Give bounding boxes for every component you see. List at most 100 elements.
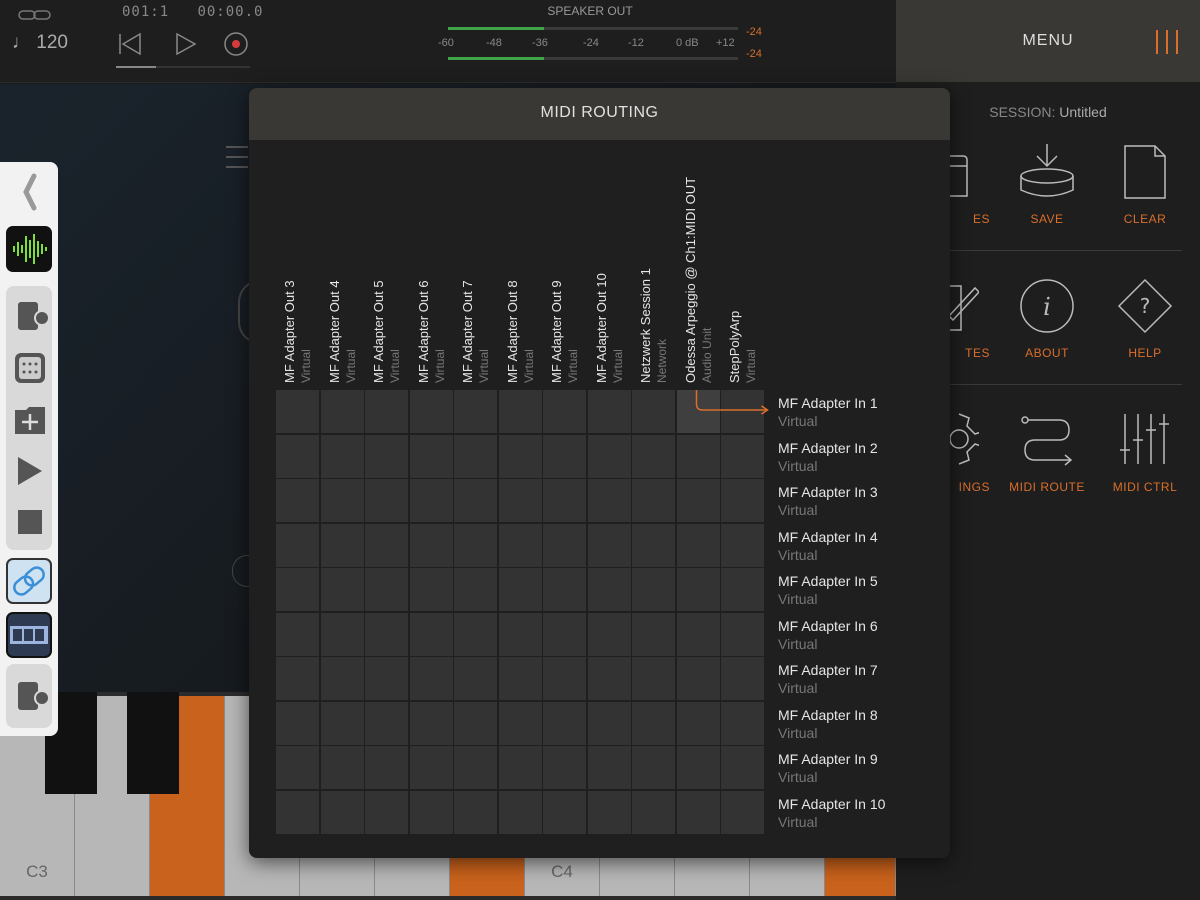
play-icon[interactable] — [172, 30, 200, 58]
routing-cell[interactable] — [587, 479, 631, 522]
exit-app-icon[interactable] — [14, 296, 50, 336]
routing-cell[interactable] — [721, 434, 764, 478]
exit-app-icon-2[interactable] — [14, 676, 50, 716]
routing-cell[interactable] — [543, 701, 586, 745]
routing-cell[interactable] — [543, 657, 586, 700]
routing-cell-connected[interactable] — [676, 390, 720, 433]
routing-cell[interactable] — [276, 657, 319, 700]
tempo-display[interactable]: ♩ 120 — [12, 32, 68, 54]
routing-cell[interactable] — [454, 790, 497, 834]
routing-cell[interactable] — [543, 568, 586, 611]
routing-cell[interactable] — [276, 790, 319, 834]
routing-cell[interactable] — [365, 657, 408, 700]
routing-cell[interactable] — [320, 701, 364, 745]
routing-cell[interactable] — [454, 568, 497, 611]
menu-item-help[interactable]: ? HELP — [1096, 276, 1194, 386]
routing-cell[interactable] — [587, 523, 631, 567]
routing-cell[interactable] — [543, 612, 586, 656]
routing-cell[interactable] — [632, 479, 675, 522]
routing-cell[interactable] — [276, 568, 319, 611]
routing-cell[interactable] — [676, 568, 720, 611]
routing-cell[interactable] — [721, 657, 764, 700]
menu-item-clear[interactable]: CLEAR — [1096, 142, 1194, 252]
routing-cell[interactable] — [543, 523, 586, 567]
routing-cell[interactable] — [320, 790, 364, 834]
routing-cell[interactable] — [498, 568, 542, 611]
piano-black-key[interactable] — [127, 692, 179, 794]
routing-cell[interactable] — [409, 790, 453, 834]
routing-cell[interactable] — [276, 612, 319, 656]
routing-cell[interactable] — [676, 790, 720, 834]
routing-cell[interactable] — [721, 746, 764, 789]
routing-cell[interactable] — [676, 657, 720, 700]
routing-cell[interactable] — [454, 479, 497, 522]
routing-cell[interactable] — [498, 612, 542, 656]
routing-cell[interactable] — [409, 746, 453, 789]
routing-cell[interactable] — [365, 434, 408, 478]
routing-cell[interactable] — [454, 701, 497, 745]
routing-cell[interactable] — [409, 612, 453, 656]
song-progress[interactable] — [116, 66, 250, 68]
dock-collapse-icon[interactable] — [18, 172, 40, 212]
routing-cell[interactable] — [721, 523, 764, 567]
routing-cell[interactable] — [454, 390, 497, 433]
routing-cell[interactable] — [632, 612, 675, 656]
routing-cell[interactable] — [498, 390, 542, 433]
routing-cell[interactable] — [365, 790, 408, 834]
pads-icon[interactable] — [12, 350, 48, 386]
routing-cell[interactable] — [365, 746, 408, 789]
routing-cell[interactable] — [498, 523, 542, 567]
routing-cell[interactable] — [454, 434, 497, 478]
routing-cell[interactable] — [276, 523, 319, 567]
routing-cell[interactable] — [632, 523, 675, 567]
routing-cell[interactable] — [632, 746, 675, 789]
sequencer-app-icon[interactable] — [6, 612, 52, 658]
routing-cell[interactable] — [587, 390, 631, 433]
menu-item-about[interactable]: i ABOUT — [998, 276, 1096, 386]
routing-cell[interactable] — [676, 479, 720, 522]
menu-item-midi-route[interactable]: MIDI ROUTE — [998, 410, 1096, 520]
routing-cell[interactable] — [721, 790, 764, 834]
routing-cell[interactable] — [409, 390, 453, 433]
routing-cell[interactable] — [320, 746, 364, 789]
panel-menu-icon[interactable] — [226, 143, 248, 171]
rewind-icon[interactable] — [116, 30, 144, 58]
routing-cell[interactable] — [454, 523, 497, 567]
audio-app-icon[interactable] — [6, 226, 52, 272]
routing-cell[interactable] — [276, 434, 319, 478]
routing-cell[interactable] — [320, 479, 364, 522]
routing-cell[interactable] — [676, 434, 720, 478]
routing-cell[interactable] — [409, 434, 453, 478]
routing-cell[interactable] — [721, 390, 764, 433]
routing-cell[interactable] — [409, 701, 453, 745]
routing-cell[interactable] — [543, 790, 586, 834]
link-app-button[interactable] — [6, 558, 52, 604]
routing-cell[interactable] — [676, 746, 720, 789]
menu-toggle-icon[interactable] — [1154, 28, 1180, 56]
routing-cell[interactable] — [587, 701, 631, 745]
routing-cell[interactable] — [320, 657, 364, 700]
routing-cell[interactable] — [498, 434, 542, 478]
routing-cell[interactable] — [365, 390, 408, 433]
routing-cell[interactable] — [676, 612, 720, 656]
routing-cell[interactable] — [721, 568, 764, 611]
routing-cell[interactable] — [320, 612, 364, 656]
routing-cell[interactable] — [721, 479, 764, 522]
routing-cell[interactable] — [543, 434, 586, 478]
routing-cell[interactable] — [587, 657, 631, 700]
routing-cell[interactable] — [498, 479, 542, 522]
routing-cell[interactable] — [320, 434, 364, 478]
routing-cell[interactable] — [632, 701, 675, 745]
routing-cell[interactable] — [632, 657, 675, 700]
routing-cell[interactable] — [587, 568, 631, 611]
routing-cell[interactable] — [365, 568, 408, 611]
dock-play-icon[interactable] — [14, 454, 46, 488]
routing-cell[interactable] — [409, 523, 453, 567]
routing-cell[interactable] — [276, 479, 319, 522]
routing-cell[interactable] — [632, 390, 675, 433]
dock-stop-icon[interactable] — [16, 508, 44, 536]
routing-cell[interactable] — [498, 701, 542, 745]
routing-cell[interactable] — [409, 479, 453, 522]
routing-cell[interactable] — [721, 612, 764, 656]
routing-cell[interactable] — [676, 701, 720, 745]
